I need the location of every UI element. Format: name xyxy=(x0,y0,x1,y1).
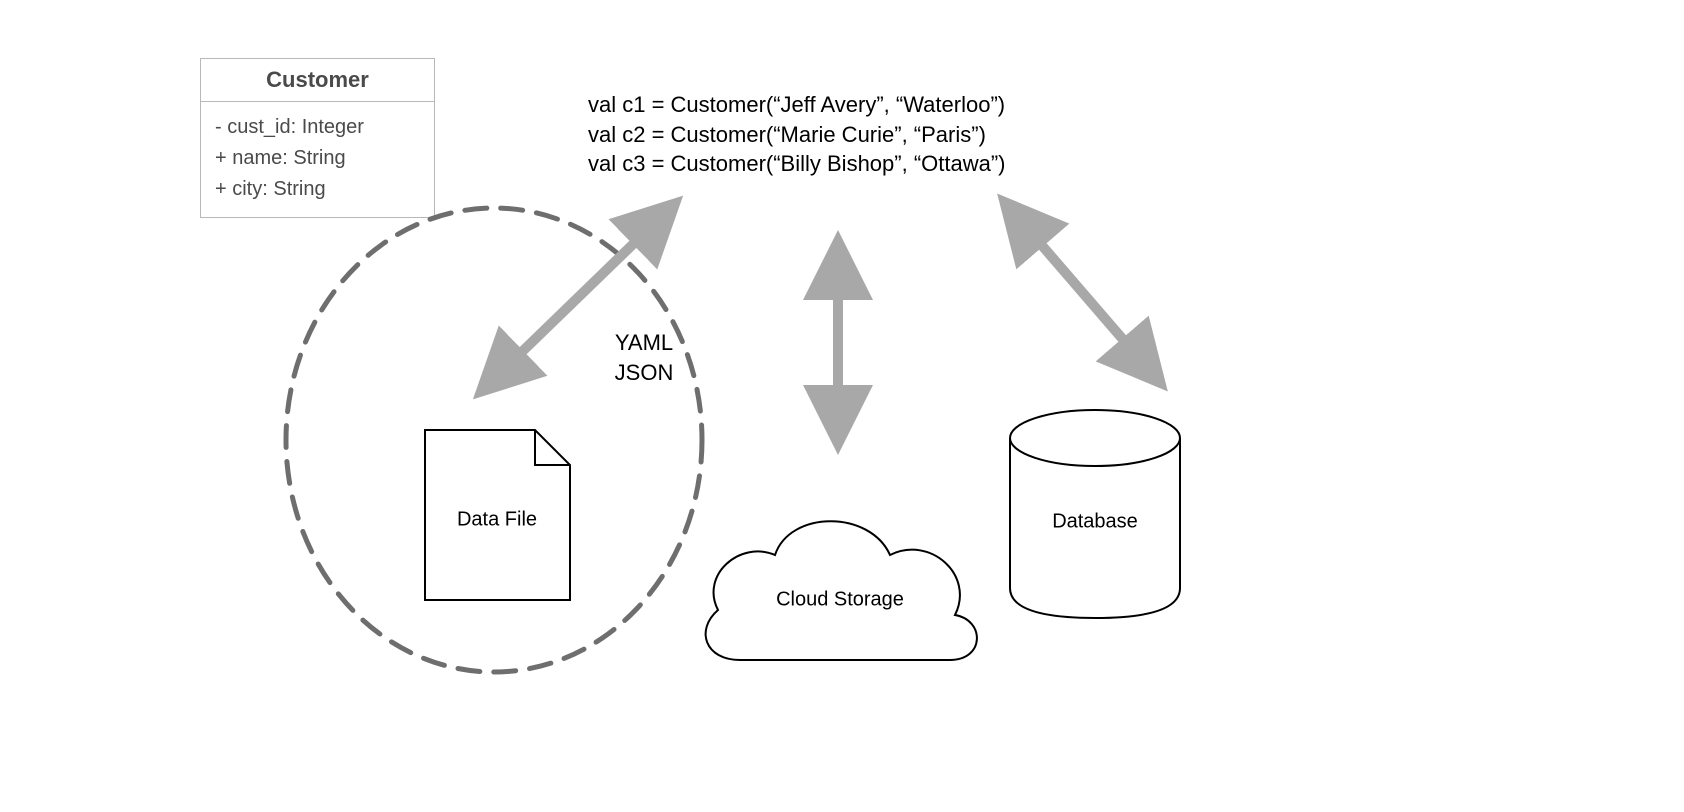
database-label: Database xyxy=(1052,510,1138,532)
diagram-svg: Data File Cloud Storage Database xyxy=(0,0,1684,812)
cloud-label: Cloud Storage xyxy=(776,588,904,610)
arrow-to-database xyxy=(1020,220,1145,365)
arrow-to-datafile xyxy=(498,220,658,375)
datafile-label: Data File xyxy=(457,508,537,530)
database-icon: Database xyxy=(1010,410,1180,618)
cloud-icon: Cloud Storage xyxy=(706,521,977,660)
datafile-icon: Data File xyxy=(425,430,570,600)
